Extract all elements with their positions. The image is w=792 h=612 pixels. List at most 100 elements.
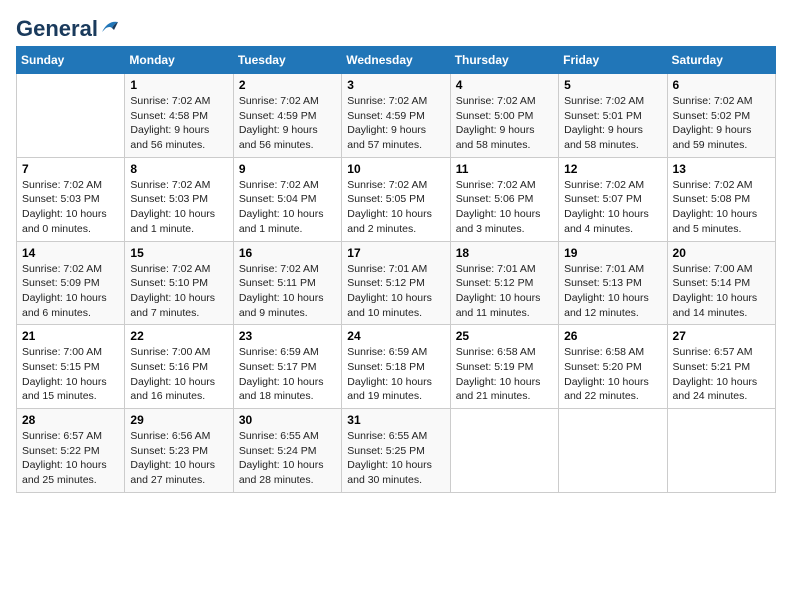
day-info: Sunrise: 6:56 AMSunset: 5:23 PMDaylight:…: [130, 429, 227, 488]
day-info: Sunrise: 6:59 AMSunset: 5:18 PMDaylight:…: [347, 345, 444, 404]
calendar-cell: 7 Sunrise: 7:02 AMSunset: 5:03 PMDaylight…: [17, 157, 125, 241]
calendar-cell: 1 Sunrise: 7:02 AMSunset: 4:58 PMDaylight…: [125, 74, 233, 158]
calendar-cell: 3 Sunrise: 7:02 AMSunset: 4:59 PMDaylight…: [342, 74, 450, 158]
calendar-cell: 26 Sunrise: 6:58 AMSunset: 5:20 PMDayligh…: [559, 325, 667, 409]
day-info: Sunrise: 6:55 AMSunset: 5:24 PMDaylight:…: [239, 429, 336, 488]
calendar-cell: 13 Sunrise: 7:02 AMSunset: 5:08 PMDayligh…: [667, 157, 775, 241]
weekday-header-saturday: Saturday: [667, 47, 775, 74]
day-number: 15: [130, 246, 227, 260]
day-info: Sunrise: 7:02 AMSunset: 4:58 PMDaylight:…: [130, 94, 227, 153]
day-info: Sunrise: 7:02 AMSunset: 5:06 PMDaylight:…: [456, 178, 553, 237]
day-info: Sunrise: 6:55 AMSunset: 5:25 PMDaylight:…: [347, 429, 444, 488]
day-number: 5: [564, 78, 661, 92]
weekday-header-wednesday: Wednesday: [342, 47, 450, 74]
day-number: 25: [456, 329, 553, 343]
calendar-cell: 5 Sunrise: 7:02 AMSunset: 5:01 PMDaylight…: [559, 74, 667, 158]
day-info: Sunrise: 7:02 AMSunset: 5:03 PMDaylight:…: [130, 178, 227, 237]
day-info: Sunrise: 7:02 AMSunset: 5:08 PMDaylight:…: [673, 178, 770, 237]
day-info: Sunrise: 7:02 AMSunset: 5:05 PMDaylight:…: [347, 178, 444, 237]
calendar-cell: 29Sunrise: 6:56 AMSunset: 5:23 PMDayligh…: [125, 409, 233, 493]
calendar-cell: [559, 409, 667, 493]
day-number: 22: [130, 329, 227, 343]
weekday-header-monday: Monday: [125, 47, 233, 74]
day-info: Sunrise: 7:02 AMSunset: 5:04 PMDaylight:…: [239, 178, 336, 237]
day-info: Sunrise: 7:02 AMSunset: 5:00 PMDaylight:…: [456, 94, 553, 153]
day-number: 6: [673, 78, 770, 92]
day-number: 11: [456, 162, 553, 176]
calendar-cell: 16Sunrise: 7:02 AMSunset: 5:11 PMDayligh…: [233, 241, 341, 325]
calendar-cell: 12 Sunrise: 7:02 AMSunset: 5:07 PMDayligh…: [559, 157, 667, 241]
day-info: Sunrise: 6:57 AMSunset: 5:21 PMDaylight:…: [673, 345, 770, 404]
day-number: 1: [130, 78, 227, 92]
day-number: 20: [673, 246, 770, 260]
calendar-cell: 17 Sunrise: 7:01 AMSunset: 5:12 PMDayligh…: [342, 241, 450, 325]
calendar-cell: 22 Sunrise: 7:00 AMSunset: 5:16 PMDayligh…: [125, 325, 233, 409]
calendar-cell: 21 Sunrise: 7:00 AMSunset: 5:15 PMDayligh…: [17, 325, 125, 409]
calendar-cell: 10 Sunrise: 7:02 AMSunset: 5:05 PMDayligh…: [342, 157, 450, 241]
day-info: Sunrise: 7:01 AMSunset: 5:12 PMDaylight:…: [347, 262, 444, 321]
calendar-cell: 27 Sunrise: 6:57 AMSunset: 5:21 PMDayligh…: [667, 325, 775, 409]
day-info: Sunrise: 7:00 AMSunset: 5:14 PMDaylight:…: [673, 262, 770, 321]
day-info: Sunrise: 6:58 AMSunset: 5:20 PMDaylight:…: [564, 345, 661, 404]
day-info: Sunrise: 7:02 AMSunset: 5:02 PMDaylight:…: [673, 94, 770, 153]
calendar-cell: 18 Sunrise: 7:01 AMSunset: 5:12 PMDayligh…: [450, 241, 558, 325]
calendar-cell: [450, 409, 558, 493]
calendar-cell: 14 Sunrise: 7:02 AMSunset: 5:09 PMDayligh…: [17, 241, 125, 325]
calendar-cell: 20 Sunrise: 7:00 AMSunset: 5:14 PMDayligh…: [667, 241, 775, 325]
day-info: Sunrise: 7:01 AMSunset: 5:12 PMDaylight:…: [456, 262, 553, 321]
day-number: 14: [22, 246, 119, 260]
weekday-header-thursday: Thursday: [450, 47, 558, 74]
calendar-cell: 31 Sunrise: 6:55 AMSunset: 5:25 PMDayligh…: [342, 409, 450, 493]
page-header: General: [16, 16, 776, 36]
day-number: 3: [347, 78, 444, 92]
day-number: 16: [239, 246, 336, 260]
calendar-cell: 19 Sunrise: 7:01 AMSunset: 5:13 PMDayligh…: [559, 241, 667, 325]
calendar-cell: [17, 74, 125, 158]
calendar-cell: 23 Sunrise: 6:59 AMSunset: 5:17 PMDayligh…: [233, 325, 341, 409]
day-info: Sunrise: 7:00 AMSunset: 5:16 PMDaylight:…: [130, 345, 227, 404]
logo: General: [16, 16, 122, 36]
day-number: 23: [239, 329, 336, 343]
day-number: 7: [22, 162, 119, 176]
calendar-cell: [667, 409, 775, 493]
weekday-header-friday: Friday: [559, 47, 667, 74]
day-number: 17: [347, 246, 444, 260]
logo-bird-icon: [100, 18, 122, 36]
day-number: 27: [673, 329, 770, 343]
day-number: 10: [347, 162, 444, 176]
day-number: 13: [673, 162, 770, 176]
calendar-cell: 30 Sunrise: 6:55 AMSunset: 5:24 PMDayligh…: [233, 409, 341, 493]
weekday-header-tuesday: Tuesday: [233, 47, 341, 74]
day-info: Sunrise: 7:02 AMSunset: 4:59 PMDaylight:…: [347, 94, 444, 153]
day-number: 18: [456, 246, 553, 260]
day-number: 30: [239, 413, 336, 427]
calendar-cell: 2 Sunrise: 7:02 AMSunset: 4:59 PMDaylight…: [233, 74, 341, 158]
calendar-cell: 9 Sunrise: 7:02 AMSunset: 5:04 PMDaylight…: [233, 157, 341, 241]
day-number: 9: [239, 162, 336, 176]
day-number: 8: [130, 162, 227, 176]
calendar-cell: 28 Sunrise: 6:57 AMSunset: 5:22 PMDayligh…: [17, 409, 125, 493]
calendar-table: SundayMondayTuesdayWednesdayThursdayFrid…: [16, 46, 776, 493]
calendar-cell: 8 Sunrise: 7:02 AMSunset: 5:03 PMDaylight…: [125, 157, 233, 241]
day-number: 28: [22, 413, 119, 427]
day-number: 4: [456, 78, 553, 92]
weekday-header-sunday: Sunday: [17, 47, 125, 74]
day-info: Sunrise: 7:02 AMSunset: 5:01 PMDaylight:…: [564, 94, 661, 153]
day-number: 2: [239, 78, 336, 92]
day-number: 24: [347, 329, 444, 343]
day-info: Sunrise: 7:00 AMSunset: 5:15 PMDaylight:…: [22, 345, 119, 404]
day-info: Sunrise: 7:02 AMSunset: 4:59 PMDaylight:…: [239, 94, 336, 153]
day-info: Sunrise: 7:02 AMSunset: 5:07 PMDaylight:…: [564, 178, 661, 237]
day-info: Sunrise: 7:02 AMSunset: 5:03 PMDaylight:…: [22, 178, 119, 237]
day-info: Sunrise: 6:57 AMSunset: 5:22 PMDaylight:…: [22, 429, 119, 488]
day-info: Sunrise: 6:59 AMSunset: 5:17 PMDaylight:…: [239, 345, 336, 404]
day-number: 26: [564, 329, 661, 343]
day-info: Sunrise: 7:02 AMSunset: 5:09 PMDaylight:…: [22, 262, 119, 321]
day-number: 21: [22, 329, 119, 343]
day-info: Sunrise: 7:01 AMSunset: 5:13 PMDaylight:…: [564, 262, 661, 321]
calendar-cell: 24 Sunrise: 6:59 AMSunset: 5:18 PMDayligh…: [342, 325, 450, 409]
calendar-cell: 6 Sunrise: 7:02 AMSunset: 5:02 PMDaylight…: [667, 74, 775, 158]
day-number: 19: [564, 246, 661, 260]
day-number: 12: [564, 162, 661, 176]
day-number: 31: [347, 413, 444, 427]
